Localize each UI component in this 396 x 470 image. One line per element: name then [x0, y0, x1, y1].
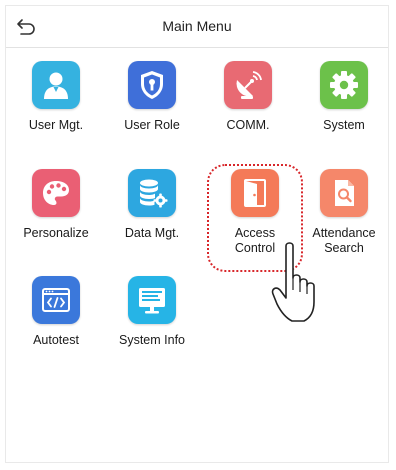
palette-icon	[32, 169, 80, 217]
user-icon	[32, 61, 80, 109]
menu-item-system-info[interactable]: System Info	[104, 276, 200, 380]
menu-item-label: User Role	[124, 118, 180, 132]
menu-item-data-mgt[interactable]: Data Mgt.	[104, 169, 200, 273]
menu-item-autotest[interactable]: Autotest	[8, 276, 104, 380]
menu-item-personalize[interactable]: Personalize	[8, 169, 104, 273]
header-bar: Main Menu	[6, 6, 388, 48]
menu-item-user-mgt[interactable]: User Mgt.	[8, 61, 104, 165]
menu-item-label: Autotest	[33, 333, 79, 347]
menu-item-label: COMM.	[226, 118, 270, 132]
menu-item-label: User Mgt.	[28, 118, 84, 132]
menu-item-user-role[interactable]: User Role	[104, 61, 200, 165]
menu-item-label: System Info	[119, 333, 185, 347]
door-icon	[231, 169, 279, 217]
database-icon	[128, 169, 176, 217]
document-search-icon	[320, 169, 368, 217]
menu-item-label: Data Mgt.	[124, 226, 180, 240]
menu-item-comm[interactable]: COMM.	[200, 61, 296, 165]
monitor-icon	[128, 276, 176, 324]
menu-item-label: Personalize	[23, 226, 89, 240]
menu-item-label: Attendance Search	[312, 226, 376, 255]
menu-item-label: System	[323, 118, 365, 132]
gear-icon	[320, 61, 368, 109]
menu-item-access-control[interactable]: Access Control	[207, 169, 303, 273]
menu-item-system[interactable]: System	[296, 61, 392, 165]
device-screen: Main Menu User Mgt. User Role COMM. Syst…	[5, 5, 389, 463]
shield-icon	[128, 61, 176, 109]
page-title: Main Menu	[162, 18, 232, 34]
satellite-dish-icon	[224, 61, 272, 109]
code-icon	[32, 276, 80, 324]
menu-item-attendance-search[interactable]: Attendance Search	[296, 169, 392, 273]
